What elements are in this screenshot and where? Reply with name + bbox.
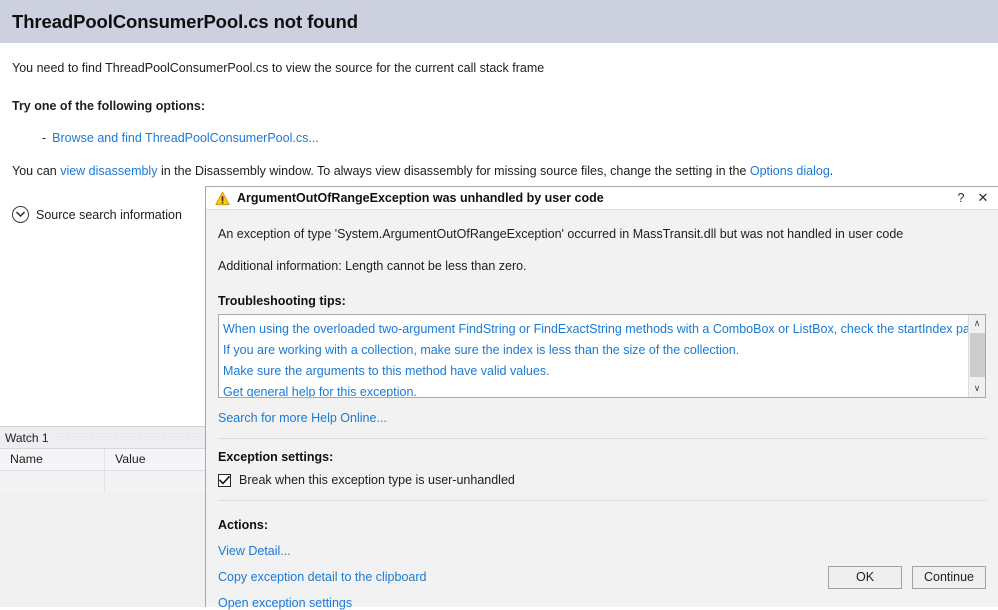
break-when-unhandled-label: Break when this exception type is user-u… (239, 473, 515, 487)
watch-empty-row[interactable] (0, 471, 210, 493)
watch-tabstrip: Watch 1 (0, 427, 210, 448)
scroll-up-icon[interactable]: ∧ (969, 315, 986, 332)
scroll-down-icon[interactable]: ∨ (969, 380, 986, 397)
scrollbar-thumb[interactable] (969, 333, 985, 377)
tip-link[interactable]: Get general help for this exception. (223, 382, 968, 397)
disassembly-text: You can view disassembly in the Disassem… (12, 163, 986, 179)
watch-tab[interactable]: Watch 1 (0, 431, 57, 445)
break-when-unhandled-checkbox[interactable] (218, 473, 231, 487)
tip-link[interactable]: When using the overloaded two-argument F… (223, 319, 968, 340)
dialog-button-bar: OK Continue (206, 554, 998, 600)
dialog-titlebar: ArgumentOutOfRangeException was unhandle… (206, 187, 998, 210)
exception-assistant-dialog: ArgumentOutOfRangeException was unhandle… (205, 186, 998, 610)
view-disassembly-link[interactable]: view disassembly (60, 164, 157, 178)
tips-scrollbar[interactable]: ∧ ∨ (968, 315, 985, 397)
tip-link[interactable]: Make sure the arguments to this method h… (223, 361, 968, 382)
chevron-down-circle-icon[interactable] (12, 206, 29, 223)
exception-settings-heading: Exception settings: (218, 450, 334, 464)
close-icon[interactable]: ✕ (972, 188, 994, 209)
watch-cell-name[interactable] (0, 471, 105, 492)
checkmark-icon (219, 475, 230, 485)
intro-text: You need to find ThreadPoolConsumerPool.… (12, 61, 545, 75)
warning-triangle-icon (215, 191, 230, 205)
divider-above-actions (218, 500, 986, 501)
continue-button[interactable]: Continue (912, 565, 986, 589)
dialog-title: ArgumentOutOfRangeException was unhandle… (237, 191, 604, 205)
watch-body-fill (0, 492, 210, 607)
help-icon[interactable]: ? (950, 188, 972, 209)
watch-column-name[interactable]: Name (0, 449, 105, 470)
watch-window: Watch 1 Name Value (0, 426, 210, 607)
exception-additional-info: Additional information: Length cannot be… (218, 259, 527, 273)
page-header: ThreadPoolConsumerPool.cs not found (0, 0, 998, 43)
browse-option-row: - Browse and find ThreadPoolConsumerPool.… (12, 130, 986, 146)
disasm-suffix: . (829, 164, 834, 178)
source-search-label: Source search information (36, 207, 182, 222)
source-search-expander[interactable]: Source search information (12, 206, 182, 223)
tabstrip-grip[interactable] (56, 433, 205, 442)
search-help-online-link[interactable]: Search for more Help Online... (218, 411, 387, 425)
divider-above-settings (218, 438, 986, 439)
break-when-unhandled-row[interactable]: Break when this exception type is user-u… (218, 473, 986, 487)
watch-cell-value[interactable] (105, 471, 209, 492)
page-body: You need to find ThreadPoolConsumerPool.… (0, 60, 998, 179)
ok-button[interactable]: OK (828, 565, 902, 589)
troubleshooting-tips-heading: Troubleshooting tips: (218, 294, 346, 308)
tip-link[interactable]: If you are working with a collection, ma… (223, 340, 968, 361)
options-heading: Try one of the following options: (12, 99, 206, 113)
watch-grid[interactable]: Name Value (0, 448, 210, 607)
dialog-content: An exception of type 'System.ArgumentOut… (206, 226, 998, 610)
watch-header-row: Name Value (0, 449, 210, 471)
troubleshooting-tips-box[interactable]: When using the overloaded two-argument F… (218, 314, 986, 398)
bullet-dash: - (42, 131, 47, 145)
exception-message: An exception of type 'System.ArgumentOut… (218, 227, 904, 241)
browse-and-find-link[interactable]: Browse and find ThreadPoolConsumerPool.c… (52, 131, 319, 145)
tips-list: When using the overloaded two-argument F… (219, 315, 968, 397)
watch-column-value[interactable]: Value (105, 449, 209, 470)
disasm-prefix: You can (12, 164, 61, 178)
disasm-middle: in the Disassembly window. To always vie… (157, 164, 750, 178)
options-dialog-link[interactable]: Options dialog (750, 164, 830, 178)
page-title: ThreadPoolConsumerPool.cs not found (12, 10, 358, 32)
actions-heading: Actions: (218, 518, 268, 532)
